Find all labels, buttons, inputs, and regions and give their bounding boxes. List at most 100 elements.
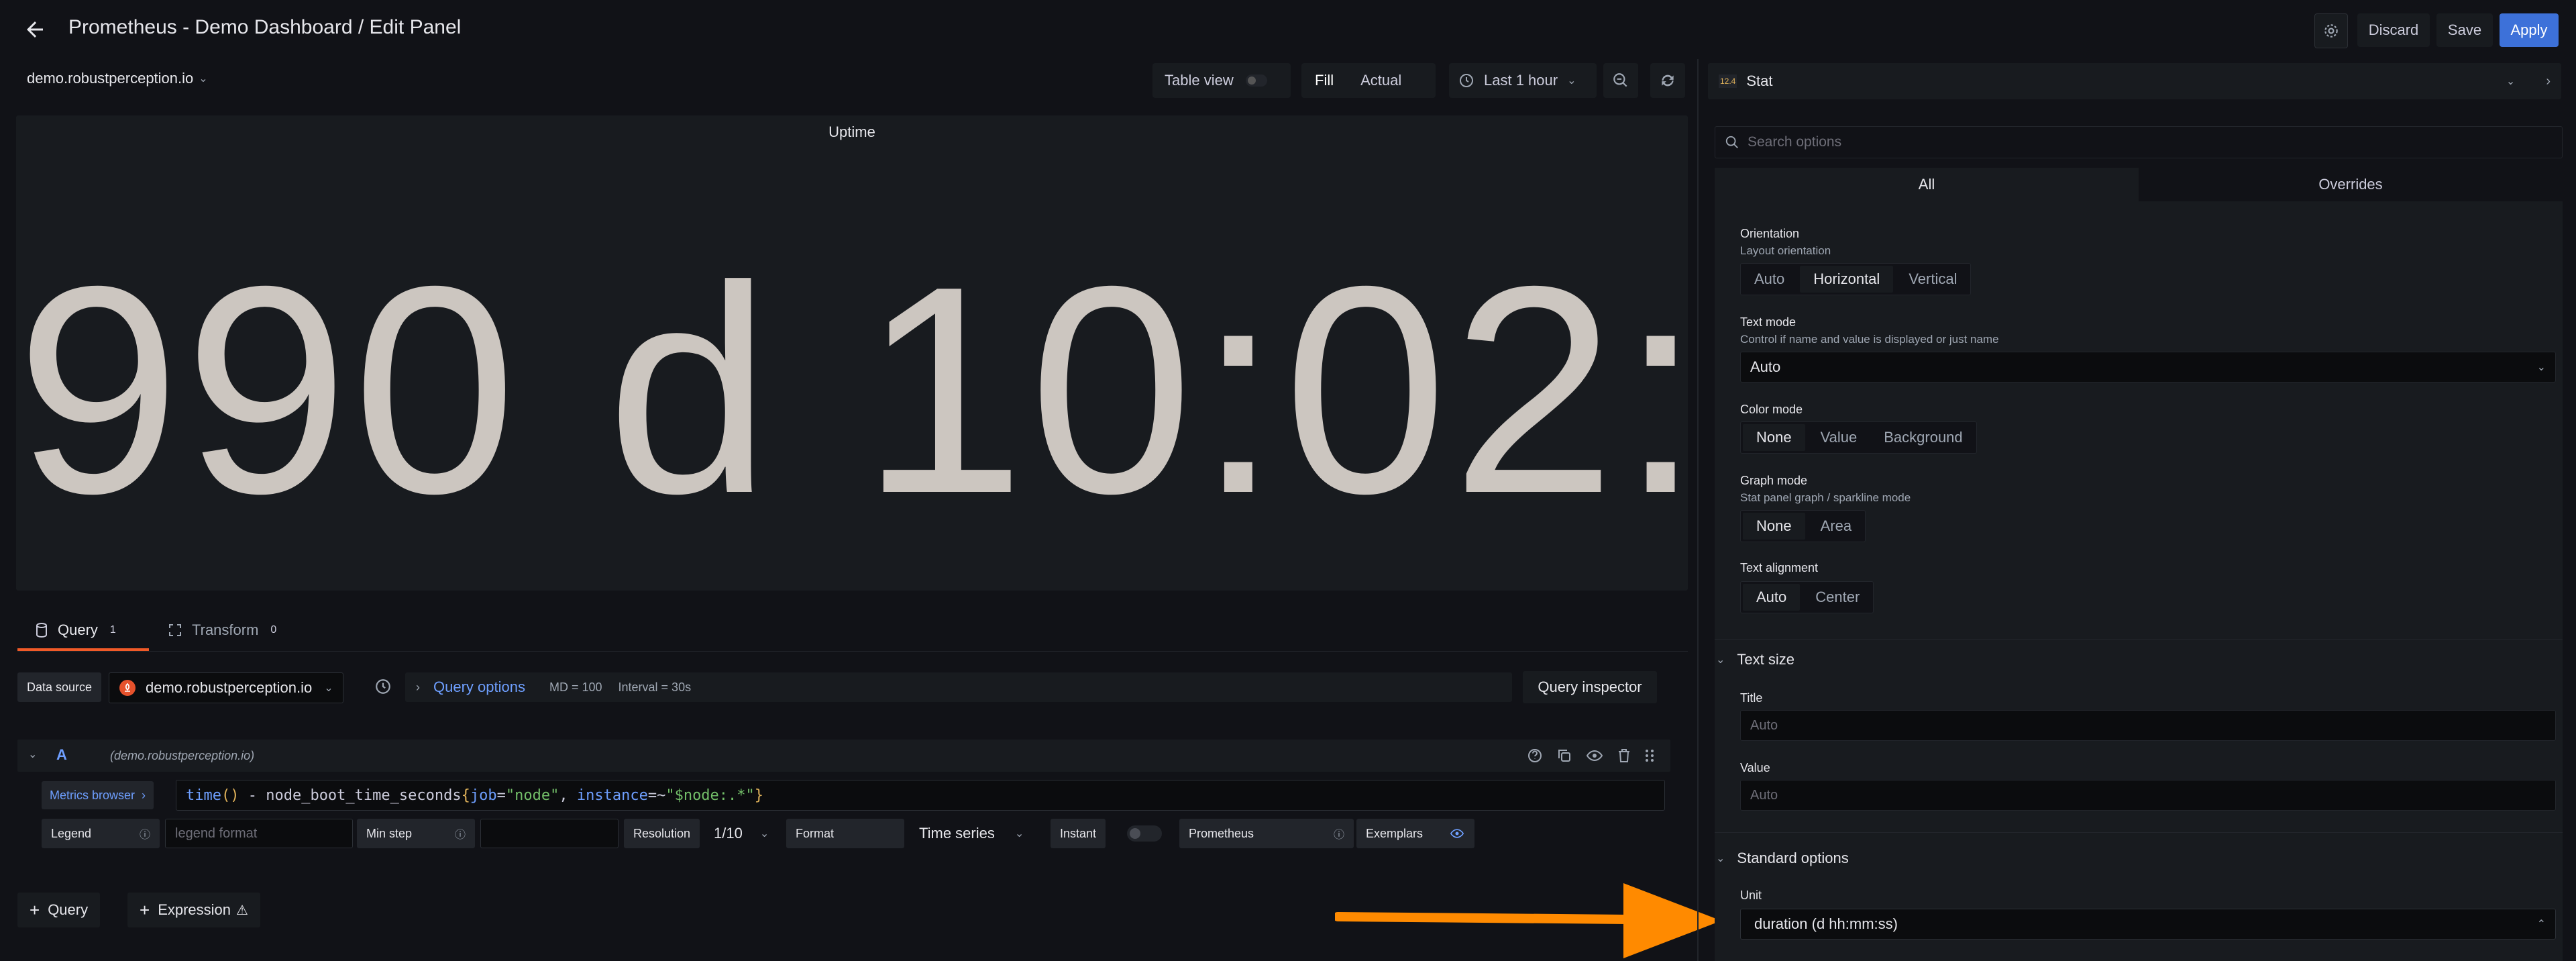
exemplars-toggle[interactable]: Exemplars [1356, 819, 1474, 848]
max-data-points: MD = 100 [549, 680, 602, 694]
text-mode-select[interactable]: Auto ⌄ [1740, 352, 2556, 383]
text-alignment-title: Text alignment [1740, 561, 1819, 574]
settings-gear-button[interactable] [2314, 13, 2348, 48]
query-ref-id[interactable]: A [56, 746, 67, 764]
tab-query[interactable]: Query 1 [35, 621, 121, 639]
panel-title: Uptime [828, 123, 875, 140]
add-query-button[interactable]: + Query [17, 893, 101, 927]
text-size-section-header[interactable]: ⌄ Text size [1716, 651, 1794, 668]
section-divider [1715, 832, 2563, 833]
query-options-label: Query options [433, 678, 525, 695]
time-range-picker[interactable]: Last 1 hour ⌄ [1449, 63, 1597, 98]
min-step-input[interactable] [480, 819, 619, 848]
prometheus-logo-icon [119, 679, 136, 697]
query-source-hint: (demo.robustperception.io) [110, 749, 255, 762]
database-icon [35, 623, 48, 638]
resolution-select[interactable]: 1/10 ⌄ [714, 819, 769, 848]
query-inspector-button[interactable]: Query inspector [1523, 671, 1657, 703]
drag-handle-icon[interactable] [1644, 748, 1656, 764]
actual-option[interactable]: Actual [1347, 72, 1415, 89]
metrics-browser-button[interactable]: Metrics browser › [42, 781, 154, 809]
instant-toggle[interactable] [1127, 825, 1162, 842]
fill-option[interactable]: Fill [1301, 72, 1347, 89]
text-size-section-title: Text size [1737, 651, 1794, 668]
chevron-right-icon: › [142, 788, 146, 802]
text-alignment-center[interactable]: Center [1802, 589, 1873, 606]
metrics-browser-label: Metrics browser [50, 788, 136, 802]
discard-button[interactable]: Discard [2357, 13, 2430, 47]
text-mode-value: Auto [1750, 358, 1781, 375]
resolution-value: 1/10 [714, 825, 743, 842]
add-expression-button[interactable]: + Expression ⚠ [127, 893, 260, 927]
expr-brace-close: } [754, 787, 764, 804]
expr-function: time [186, 787, 221, 804]
orientation-horizontal[interactable]: Horizontal [1800, 266, 1894, 293]
tab-transform[interactable]: Transform 0 [168, 621, 282, 639]
pane-splitter[interactable] [1697, 59, 1699, 961]
search-options-input[interactable]: Search options [1715, 126, 2563, 158]
text-mode-desc: Control if name and value is displayed o… [1740, 333, 1999, 346]
expr-comma: , [559, 787, 577, 804]
query-options-bar[interactable]: › Query options MD = 100 Interval = 30s [405, 672, 1512, 702]
toggle-switch[interactable] [1245, 74, 1267, 87]
color-mode-none[interactable]: None [1743, 424, 1805, 451]
time-range-label: Last 1 hour [1484, 72, 1558, 89]
color-mode-background[interactable]: Background [1870, 429, 1976, 446]
apply-button[interactable]: Apply [2500, 13, 2559, 47]
tab-overrides[interactable]: Overrides [2139, 168, 2563, 201]
format-label: Format [786, 819, 904, 848]
back-arrow-icon[interactable] [23, 17, 47, 42]
orientation-auto[interactable]: Auto [1741, 270, 1798, 288]
exemplars-label-text: Exemplars [1366, 826, 1424, 840]
collapse-chevron-icon[interactable]: ⌄ [28, 748, 37, 761]
orientation-desc: Layout orientation [1740, 244, 1831, 257]
text-size-title-input[interactable]: Auto [1740, 710, 2556, 741]
text-alignment-auto[interactable]: Auto [1743, 584, 1801, 611]
tab-all[interactable]: All [1715, 168, 2139, 201]
query-help-icon[interactable] [1527, 748, 1543, 764]
resolution-label: Resolution [624, 819, 700, 848]
refresh-button[interactable] [1650, 63, 1685, 98]
text-size-value-label: Value [1740, 761, 1770, 774]
orientation-radio-group: Auto Horizontal Vertical [1740, 263, 1972, 295]
promql-query-editor[interactable]: time () - node_boot_time_seconds { job =… [176, 780, 1665, 811]
color-mode-value[interactable]: Value [1807, 429, 1871, 446]
chevron-down-icon: ⌄ [199, 73, 208, 85]
transform-icon [168, 623, 182, 638]
unit-select[interactable]: duration (d hh:mm:ss) ⌃ [1740, 909, 2556, 940]
graph-mode-none[interactable]: None [1743, 513, 1805, 540]
trash-icon[interactable] [1617, 748, 1631, 764]
expr-label-instance: instance [576, 787, 648, 804]
stat-value: 990 d 10:02:50 [16, 225, 2043, 555]
text-alignment-radio-group: Auto Center [1740, 581, 1874, 613]
graph-mode-area[interactable]: Area [1807, 517, 1865, 535]
orientation-vertical[interactable]: Vertical [1895, 270, 1970, 288]
save-button[interactable]: Save [2436, 13, 2493, 47]
chevron-up-icon: ⌃ [2536, 919, 2546, 930]
clock-icon [1458, 72, 1474, 89]
text-size-value-input[interactable]: Auto [1740, 780, 2556, 811]
graph-mode-radio-group: None Area [1740, 510, 1866, 542]
panel-preview: Uptime 990 d 10:02:50 [16, 115, 2043, 591]
zoom-out-button[interactable] [1603, 63, 1638, 98]
visualization-picker[interactable]: 12.4 Stat ⌄ › [1708, 63, 2561, 99]
graph-mode-title: Graph mode [1740, 474, 1808, 487]
duplicate-icon[interactable] [1556, 748, 1572, 764]
interval-value: Interval = 30s [618, 680, 692, 694]
datasource-dropdown[interactable]: demo.robustperception.io ⌄ [27, 70, 208, 87]
tab-transform-label: Transform [192, 621, 259, 638]
standard-options-section-header[interactable]: ⌄ Standard options [1716, 850, 1849, 867]
help-circle-icon[interactable] [374, 678, 392, 695]
format-select[interactable]: Time series ⌄ [919, 819, 1024, 848]
query-row-header: ⌄ A (demo.robustperception.io) [17, 740, 1670, 772]
zoom-out-icon [1612, 72, 1629, 89]
table-view-toggle[interactable]: Table view [1152, 63, 1291, 98]
chevron-down-icon: ⌄ [759, 828, 769, 840]
text-mode-title: Text mode [1740, 315, 1796, 329]
legend-format-input[interactable]: legend format [165, 819, 353, 848]
data-source-picker[interactable]: demo.robustperception.io ⌄ [109, 672, 343, 703]
eye-icon[interactable] [1586, 748, 1603, 764]
tab-transform-count: 0 [270, 624, 277, 636]
section-divider [1715, 639, 2563, 640]
plus-icon: + [140, 899, 150, 920]
